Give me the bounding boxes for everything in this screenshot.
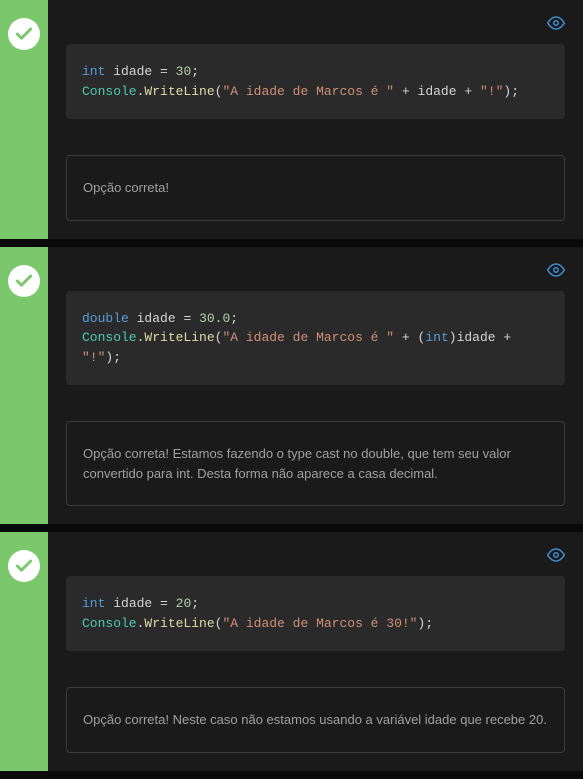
check-icon: [14, 24, 34, 44]
eye-icon[interactable]: [547, 546, 565, 564]
status-bar-correct: [0, 0, 48, 239]
status-bar-correct: [0, 532, 48, 771]
check-circle: [8, 265, 40, 297]
eye-icon[interactable]: [547, 14, 565, 32]
check-circle: [8, 550, 40, 582]
option-card: int idade = 30; Console.WriteLine("A ida…: [0, 0, 583, 239]
code-block: int idade = 30; Console.WriteLine("A ida…: [66, 44, 565, 119]
check-icon: [14, 556, 34, 576]
option-content: double idade = 30.0; Console.WriteLine("…: [48, 247, 583, 525]
status-bar-correct: [0, 247, 48, 525]
check-icon: [14, 271, 34, 291]
code-block: int idade = 20; Console.WriteLine("A ida…: [66, 576, 565, 651]
feedback-box: Opção correta! Estamos fazendo o type ca…: [66, 421, 565, 506]
option-card: double idade = 30.0; Console.WriteLine("…: [0, 247, 583, 525]
option-content: int idade = 20; Console.WriteLine("A ida…: [48, 532, 583, 771]
feedback-box: Opção correta! Neste caso não estamos us…: [66, 687, 565, 753]
feedback-box: Opção correta!: [66, 155, 565, 221]
code-block: double idade = 30.0; Console.WriteLine("…: [66, 291, 565, 386]
option-card: int idade = 20; Console.WriteLine("A ida…: [0, 532, 583, 771]
eye-icon[interactable]: [547, 261, 565, 279]
option-content: int idade = 30; Console.WriteLine("A ida…: [48, 0, 583, 239]
check-circle: [8, 18, 40, 50]
